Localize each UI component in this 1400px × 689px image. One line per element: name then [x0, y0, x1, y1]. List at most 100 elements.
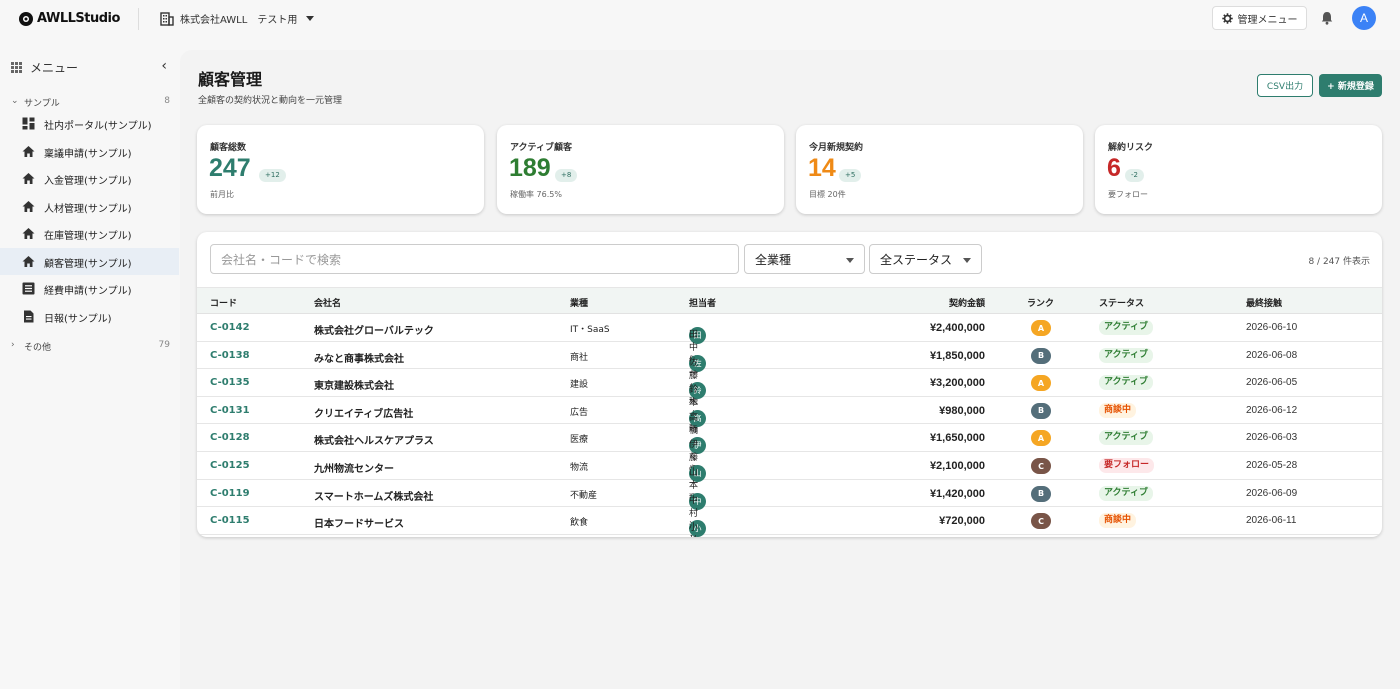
caret-down-icon: [306, 16, 315, 21]
status-badge: アクティブ: [1099, 430, 1154, 446]
industry: 商社: [570, 352, 589, 363]
column-header-last-contact[interactable]: 最終接触: [1246, 296, 1282, 309]
group-label: サンプル: [24, 99, 60, 109]
home-icon: [22, 146, 35, 157]
dropdown-arrow-icon: [846, 258, 854, 263]
page-subtitle: 全顧客の契約状況と動向を一元管理: [198, 96, 343, 106]
customer-code-link[interactable]: C-0138: [210, 350, 250, 361]
org-name: 株式会社AWLL: [180, 15, 248, 26]
table-row[interactable]: C-0119スマートホームズ株式会社不動産中中村 涼子¥1,420,000Bアク…: [197, 480, 1382, 537]
table-row[interactable]: C-0115日本フードサービス飲食小小林 修¥720,000C商談中2026-0…: [197, 507, 1382, 537]
document-icon: [24, 310, 34, 323]
sidebar-item-inventory[interactable]: 在庫管理(サンプル): [0, 220, 179, 247]
csv-export-button[interactable]: CSV出力: [1257, 74, 1313, 97]
table-row[interactable]: C-0125九州物流センター物流山山本 翔¥2,100,000C要フォロー202…: [197, 452, 1382, 504]
column-header-code[interactable]: コード: [210, 296, 237, 309]
customer-code-link[interactable]: C-0131: [210, 405, 250, 416]
stat-note: 目標 20件: [809, 190, 846, 199]
contract-amount: ¥3,200,000: [929, 377, 985, 390]
customer-code-link[interactable]: C-0142: [210, 322, 250, 333]
status-badge: アクティブ: [1099, 375, 1154, 391]
stat-value: 189: [509, 154, 551, 182]
customer-code-link[interactable]: C-0125: [210, 460, 250, 471]
sidebar-item-label: 顧客管理(サンプル): [44, 259, 132, 270]
last-contact-date: 2026-06-12: [1246, 404, 1298, 416]
column-header-company[interactable]: 会社名: [314, 296, 341, 309]
sidebar-header: メニュー ‹: [11, 58, 171, 76]
column-header-amount[interactable]: 契約金額: [857, 296, 985, 309]
sidebar-item-hr[interactable]: 人材管理(サンプル): [0, 193, 179, 220]
industry-filter-select[interactable]: 全業種: [744, 244, 865, 274]
stat-badge: -2: [1125, 169, 1144, 182]
customer-code-link[interactable]: C-0135: [210, 377, 250, 388]
status-badge: 商談中: [1099, 513, 1137, 529]
sidebar-group-sample[interactable]: ⌄ サンプル 8: [0, 94, 180, 110]
sidebar-group-other[interactable]: › その他 79: [0, 338, 180, 354]
sidebar-item-daily-report[interactable]: 日報(サンプル): [0, 303, 179, 330]
org-switcher[interactable]: 株式会社AWLL テスト用: [160, 11, 315, 26]
brand-logo[interactable]: AWLLStudio: [17, 9, 120, 27]
stat-badge: +12: [259, 169, 286, 182]
stat-note: 稼働率 76.5%: [510, 190, 562, 199]
sidebar-item-customers[interactable]: 顧客管理(サンプル): [0, 248, 179, 275]
column-header-owner[interactable]: 担当者: [689, 296, 716, 309]
apps-grid-icon: [11, 62, 22, 73]
search-input[interactable]: 会社名・コードで検索: [210, 244, 739, 274]
table-row[interactable]: C-0135東京建設株式会社建設鈴鈴木 大輔¥3,200,000Aアクティブ20…: [197, 369, 1382, 434]
collapse-sidebar-icon[interactable]: ‹: [161, 58, 167, 74]
table-row[interactable]: C-0128株式会社ヘルスケアプラス医療伊伊藤 慎一¥1,650,000Aアクテ…: [197, 424, 1382, 489]
industry: 飲食: [570, 518, 589, 529]
new-record-button[interactable]: + 新規登録: [1319, 74, 1382, 97]
sidebar: メニュー ‹ ⌄ サンプル 8 社内ポータル(サンプル) 稟議申請(サンプル) …: [0, 50, 180, 689]
stat-card-churn-risk: 解約リスク 6 -2 要フォロー: [1095, 125, 1382, 214]
stat-label: アクティブ顧客: [510, 143, 573, 153]
group-count: 8: [164, 96, 170, 106]
status-filter-value: 全ステータス: [880, 252, 953, 267]
last-contact-date: 2026-06-09: [1246, 487, 1298, 499]
column-header-rank[interactable]: ランク: [1027, 296, 1054, 309]
header-divider: [138, 8, 139, 30]
status-badge: 商談中: [1099, 402, 1137, 418]
table-row[interactable]: C-0131クリエイティブ広告社広告高高橋 さくら¥980,000B商談中202…: [197, 397, 1382, 475]
column-header-status[interactable]: ステータス: [1099, 296, 1144, 309]
customer-code-link[interactable]: C-0115: [210, 515, 250, 526]
contract-amount: ¥720,000: [939, 515, 985, 528]
admin-menu-label: 管理メニュー: [1237, 14, 1298, 26]
last-contact-date: 2026-06-11: [1246, 515, 1297, 527]
home-icon: [22, 201, 35, 212]
column-header-industry[interactable]: 業種: [570, 296, 588, 309]
building-icon: [160, 11, 174, 26]
rank-badge: C: [1031, 513, 1051, 530]
admin-menu-button[interactable]: 管理メニュー: [1212, 6, 1307, 30]
stat-value: 14: [808, 154, 836, 182]
contract-amount: ¥2,400,000: [929, 322, 985, 334]
customer-code-link[interactable]: C-0128: [210, 432, 250, 443]
status-filter-select[interactable]: 全ステータス: [869, 244, 982, 274]
status-badge: アクティブ: [1099, 485, 1154, 501]
rank-badge: B: [1031, 402, 1051, 419]
stat-value: 6: [1107, 154, 1121, 182]
user-avatar[interactable]: A: [1352, 6, 1376, 30]
industry: IT・SaaS: [570, 325, 610, 335]
sidebar-item-label: 人材管理(サンプル): [44, 204, 132, 215]
list-icon: [22, 282, 35, 295]
company-name: 株式会社ヘルスケアプラス: [314, 436, 434, 448]
last-contact-date: 2026-06-03: [1246, 432, 1298, 444]
table-header: コード 会社名 業種 担当者 契約金額 ランク ステータス 最終接触: [197, 287, 1382, 314]
last-contact-date: 2026-06-05: [1246, 377, 1298, 389]
sidebar-item-approval[interactable]: 稟議申請(サンプル): [0, 138, 179, 165]
sidebar-item-portal[interactable]: 社内ポータル(サンプル): [0, 110, 179, 137]
gear-icon: [1221, 12, 1233, 24]
home-icon: [22, 256, 35, 267]
brand-name: AWLLStudio: [37, 10, 120, 26]
sidebar-item-payment[interactable]: 入金管理(サンプル): [0, 165, 179, 192]
customer-code-link[interactable]: C-0119: [210, 488, 250, 499]
bell-icon[interactable]: [1319, 10, 1335, 26]
table-row[interactable]: C-0138みなと商事株式会社商社佐佐藤 美穂¥1,850,000Bアクティブ2…: [197, 342, 1382, 407]
company-name: クリエイティブ広告社: [314, 408, 414, 420]
contract-amount: ¥2,100,000: [929, 460, 985, 472]
stat-label: 今月新規契約: [809, 143, 864, 153]
table-row[interactable]: C-0142株式会社グローバルテックIT・SaaS田田中 健一¥2,400,00…: [197, 314, 1382, 379]
sidebar-item-expense[interactable]: 経費申請(サンプル): [0, 275, 179, 302]
stat-card-active: アクティブ顧客 189 +8 稼働率 76.5%: [497, 125, 784, 214]
